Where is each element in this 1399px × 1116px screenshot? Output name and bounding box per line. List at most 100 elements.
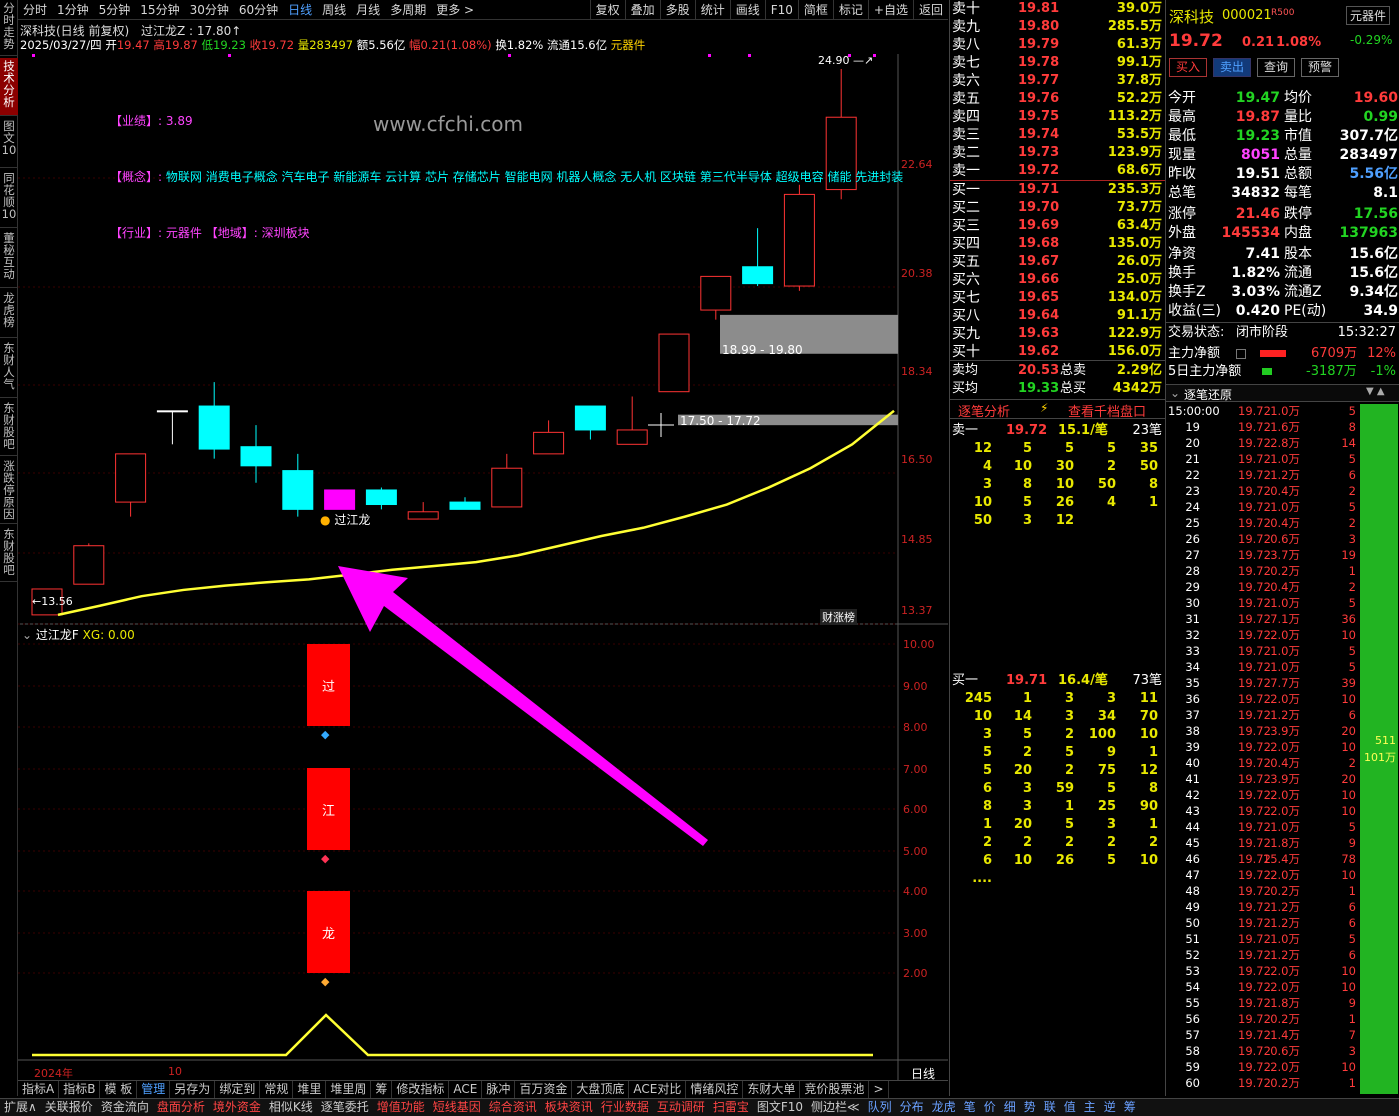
function-tab[interactable]: 关联报价 [41,1099,97,1116]
period-more[interactable]: 更多 > [431,1,479,18]
function-tab[interactable]: 逐笔委托 [317,1099,373,1116]
function-tab[interactable]: 盘面分析 [153,1099,209,1116]
kline-chart-area[interactable]: 深科技(日线 前复权) 过江龙Z : 17.80↑ 2025/03/27/四 开… [18,20,948,1096]
indicator-tab[interactable]: 堆里周 [326,1081,372,1098]
scroll-arrows-icon[interactable]: ▼ ▲ [1366,386,1385,397]
tab-limit-reason[interactable]: 涨跌停原因 [0,458,18,524]
indicator-tab[interactable]: ACE [449,1081,483,1098]
function-tab[interactable]: 互动调研 [653,1099,709,1116]
indicator-tab[interactable]: 百万资金 [515,1081,573,1098]
indicator-tab[interactable]: 情绪风控 [686,1081,744,1098]
buy-price: 19.68 [1018,236,1060,251]
collapse-icon[interactable]: ⌄ [1170,386,1180,400]
tool-back[interactable]: 返回 [912,0,948,20]
tab-longhu[interactable]: 龙虎榜 [0,290,18,338]
badge-rise-list[interactable]: 财涨榜 [820,609,857,625]
period-1m[interactable]: 1分钟 [52,1,94,18]
tick-row: 41 19.72 3.9万 20 [1166,771,1360,787]
tool-add-fav[interactable]: +自选 [867,0,913,20]
indicator-tab[interactable]: 堆里 [293,1081,327,1098]
period-30m[interactable]: 30分钟 [185,1,234,18]
period-fenshi[interactable]: 分时 [18,1,52,18]
indicator-tab[interactable]: ACE对比 [629,1081,687,1098]
function-tab[interactable]: 筹 [1120,1099,1140,1116]
tab-fenshi[interactable]: 分时走势 [0,0,18,56]
tab-renqi[interactable]: 东财人气 [0,340,18,398]
tool-draw[interactable]: 画线 [729,0,765,20]
function-tab[interactable]: 板块资讯 [541,1099,597,1116]
tab-zhubi-analysis[interactable]: 逐笔分析 [958,401,1010,420]
function-tab[interactable]: 笔 [960,1099,980,1116]
indicator-tab[interactable]: > [869,1081,889,1098]
stat-label: 换手 [1168,265,1196,281]
function-tab[interactable]: 境外资金 [209,1099,265,1116]
function-tab[interactable]: 图文F10 [753,1099,807,1116]
sell-button[interactable]: 卖出 [1213,58,1252,77]
sector-change: -0.29% [1350,33,1393,47]
function-tab[interactable]: 队列 [864,1099,896,1116]
tab-tuwen[interactable]: 图文10 [0,118,18,168]
function-tab[interactable]: 侧边栏≪ [807,1099,864,1116]
period-multi[interactable]: 多周期 [385,1,431,18]
alert-button[interactable]: 预警 [1301,58,1340,77]
indicator-tab[interactable]: 管理 [137,1081,171,1098]
tab-qian-dang[interactable]: 查看千档盘口 [1068,401,1146,420]
period-week[interactable]: 周线 [317,1,351,18]
buy1-avg: 16.4/笔 [1058,673,1108,688]
chart-icon[interactable] [1236,349,1246,359]
function-tab[interactable]: 逆 [1100,1099,1120,1116]
indicator-tab[interactable]: 筹 [371,1081,393,1098]
function-tab[interactable]: 扫雷宝 [709,1099,753,1116]
function-tab[interactable]: 值 [1060,1099,1080,1116]
function-tab[interactable]: 相似K线 [265,1099,317,1116]
tool-overlay[interactable]: 叠加 [624,0,660,20]
tool-multi[interactable]: 多股 [659,0,695,20]
function-tab[interactable]: 扩展∧ [0,1099,41,1116]
tool-simple[interactable]: 简框 [797,0,833,20]
query-button[interactable]: 查询 [1257,58,1296,77]
period-5m[interactable]: 5分钟 [94,1,136,18]
tool-mark[interactable]: 标记 [832,0,868,20]
tool-fuquan[interactable]: 复权 [589,0,625,20]
sell1-detail-cell: 5 [1064,441,1074,456]
function-tab[interactable]: 增值功能 [373,1099,429,1116]
indicator-tab[interactable]: 模 板 [100,1081,138,1098]
sector-button[interactable]: 元器件 [1346,6,1391,25]
function-tab[interactable]: 龙虎 [928,1099,960,1116]
indicator-tab[interactable]: 另存为 [170,1081,216,1098]
tab-tech-analysis[interactable]: 技术分析 [0,58,18,116]
indicator-tab[interactable]: 绑定到 [215,1081,261,1098]
indicator-tab[interactable]: 指标A [18,1081,60,1098]
sell-level: 卖十 [952,1,980,17]
tab-guba2[interactable]: 东财股吧 [0,526,18,582]
indicator-tab[interactable]: 指标B [59,1081,101,1098]
function-tab[interactable]: 资金流向 [97,1099,153,1116]
indicator-tab[interactable]: 脉冲 [482,1081,516,1098]
indicator-tab[interactable]: 竞价股票池 [800,1081,870,1098]
tab-ths[interactable]: 同花顺10 [0,170,18,228]
collapse-icon[interactable]: ⌄ [22,628,32,642]
function-tab[interactable]: 综合资讯 [485,1099,541,1116]
period-day[interactable]: 日线 [283,1,317,18]
indicator-tab[interactable]: 东财大单 [743,1081,801,1098]
indicator-tab[interactable]: 修改指标 [392,1081,450,1098]
period-60m[interactable]: 60分钟 [234,1,283,18]
function-tab[interactable]: 主 [1080,1099,1100,1116]
tab-dongmi[interactable]: 董秘互动 [0,230,18,288]
function-tab[interactable]: 行业数据 [597,1099,653,1116]
tool-f10[interactable]: F10 [764,0,798,20]
period-month[interactable]: 月线 [351,1,385,18]
indicator-tab[interactable]: 常规 [260,1081,294,1098]
tool-stats[interactable]: 统计 [694,0,730,20]
indicator-tab[interactable]: 大盘顶底 [572,1081,630,1098]
tab-guba[interactable]: 东财股吧 [0,400,18,456]
function-tab[interactable]: 细 [1000,1099,1020,1116]
function-tab[interactable]: 短线基因 [429,1099,485,1116]
buy-button[interactable]: 买入 [1169,58,1208,77]
function-tab[interactable]: 联 [1040,1099,1060,1116]
function-tab[interactable]: 分布 [896,1099,928,1116]
sell-level: 卖九 [952,19,980,35]
function-tab[interactable]: 价 [980,1099,1000,1116]
function-tab[interactable]: 势 [1020,1099,1040,1116]
period-15m[interactable]: 15分钟 [135,1,184,18]
